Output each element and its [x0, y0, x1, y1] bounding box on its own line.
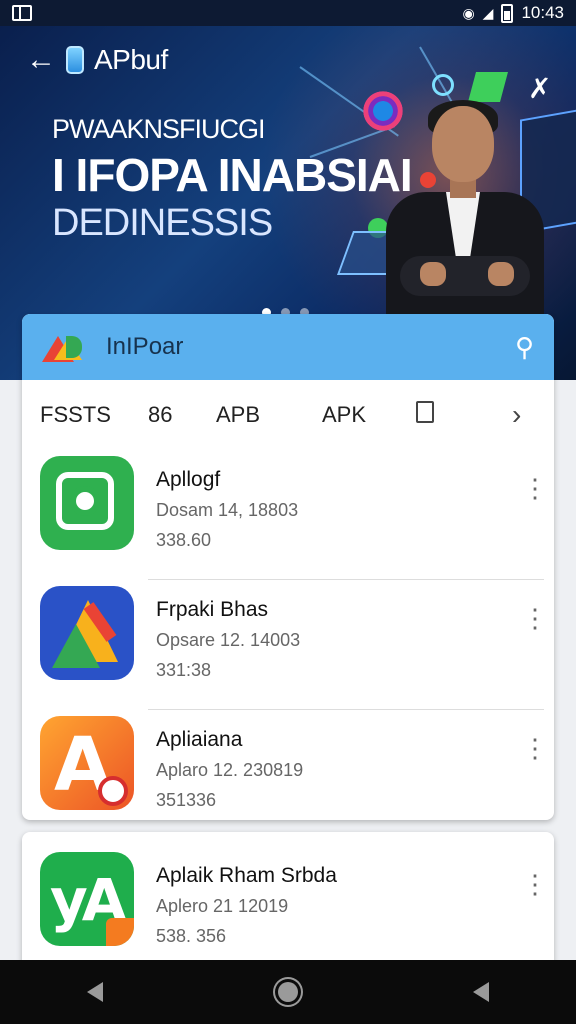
toolbar-title: InIPoar	[106, 333, 184, 360]
tab-apk[interactable]: APK	[322, 402, 416, 428]
presenter-hand	[420, 262, 446, 286]
app-list-card-2: yA Aplaik Rham Srbda Aplero 21 12019 538…	[22, 832, 554, 972]
more-vert-icon[interactable]: ⋮	[522, 735, 548, 761]
more-vert-icon[interactable]: ⋮	[522, 871, 548, 897]
nav-recent-icon[interactable]	[472, 982, 489, 1002]
chevron-right-icon[interactable]: ›	[512, 399, 521, 431]
app-date: Aplaro 12. 230819	[156, 760, 304, 780]
app-size: 331:38	[156, 660, 212, 680]
app-title: Apllogf	[156, 468, 221, 491]
category-tabs: FSSTS 86 APB APK ›	[22, 380, 554, 450]
green-shape-decor-icon	[468, 72, 508, 102]
app-title: Aplaik Rham Srbda	[156, 864, 337, 887]
system-nav-bar	[0, 960, 576, 1024]
status-right: ◉ ◢ 10:43	[462, 3, 564, 23]
green-square-icon	[40, 456, 134, 550]
list-item[interactable]: Apllogf Dosam 14, 18803 338.60 ⋮	[22, 450, 554, 580]
app-logo-icon	[66, 46, 84, 74]
list-item[interactable]: A Apliaiana Aplaro 12. 230819 351336 ⋮	[22, 710, 554, 820]
app-name: APbuf	[94, 44, 168, 75]
green-ya-icon: yA	[40, 852, 134, 946]
presenter-hand	[488, 262, 514, 286]
card-toolbar: InIPoar ⚲	[22, 314, 554, 380]
app-size: 351336	[156, 790, 217, 810]
banner-headline-3: DEDINESSIS	[52, 202, 273, 244]
tab-apb[interactable]: APB	[216, 402, 322, 428]
more-vert-icon[interactable]: ⋮	[522, 475, 548, 501]
blue-triangle-icon	[40, 586, 134, 680]
search-icon[interactable]: ⚲	[515, 332, 534, 363]
app-date: Opsare 12. 14003	[156, 630, 301, 650]
status-time: 10:43	[521, 3, 564, 22]
app-title: Frpaki Bhas	[156, 598, 269, 621]
list-item[interactable]: Frpaki Bhas Opsare 12. 14003 331:38 ⋮	[22, 580, 554, 710]
presenter-head	[432, 106, 494, 182]
tab-fssts[interactable]: FSSTS	[40, 402, 148, 428]
box-icon	[416, 401, 434, 423]
status-bar: ◉ ◢ 10:43	[0, 0, 576, 26]
banner-headline-1: PWAAKNSFIUCGI	[52, 114, 266, 144]
notification-icon	[12, 5, 32, 21]
app-date: Dosam 14, 18803	[156, 500, 299, 520]
list-item[interactable]: yA Aplaik Rham Srbda Aplero 21 12019 538…	[22, 846, 554, 972]
tab-86[interactable]: 86	[148, 402, 216, 428]
app-size: 538. 356	[156, 926, 227, 946]
more-vert-icon[interactable]: ⋮	[522, 605, 548, 631]
app-list-card: InIPoar ⚲ FSSTS 86 APB APK › Apllogf Dos…	[22, 314, 554, 820]
app-title: Apliaiana	[156, 728, 243, 751]
battery-icon	[501, 3, 514, 23]
signal-icon: ◢	[482, 5, 494, 21]
tab-box[interactable]	[416, 401, 512, 429]
banner-header: ← APbuf	[26, 44, 168, 76]
ring-decor-icon	[432, 74, 454, 96]
nav-home-icon[interactable]	[277, 982, 298, 1002]
app-date: Aplero 21 12019	[156, 896, 289, 916]
wifi-icon: ◉	[462, 5, 475, 21]
back-arrow-icon[interactable]: ←	[26, 45, 56, 75]
nav-back-icon[interactable]	[87, 982, 104, 1002]
orange-a-icon: A	[40, 716, 134, 810]
banner-headline-2: I IFOPA INABSIAI	[52, 149, 413, 201]
store-logo-icon	[42, 332, 84, 362]
plane-decor-icon: ✗	[528, 73, 552, 104]
app-size: 338.60	[156, 530, 212, 550]
